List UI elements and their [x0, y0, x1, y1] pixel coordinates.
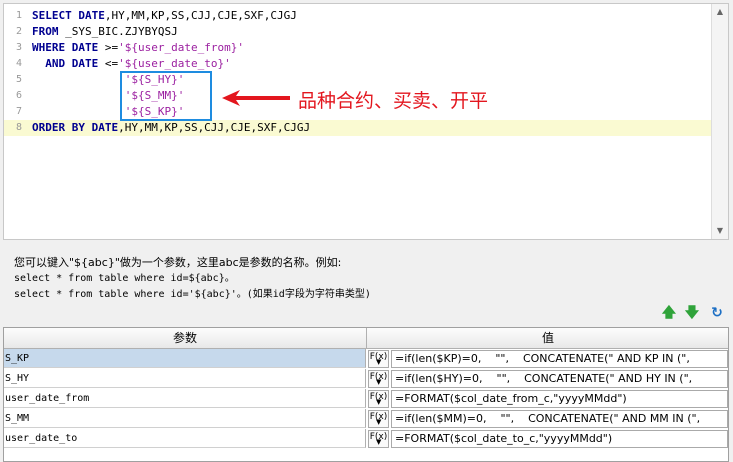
line-number: 1 — [15, 10, 22, 21]
line-number: 3 — [15, 42, 22, 53]
param-value-field[interactable]: =if(len($MM)=0, "", CONCATENATE(" AND MM… — [391, 410, 728, 428]
sql-string: '${user_date_from}' — [118, 41, 244, 54]
chevron-down-icon: ▼ — [376, 398, 382, 406]
code-line[interactable]: 1 SELECT DATE,HY,MM,KP,SS,CJJ,CJE,SXF,CJG… — [4, 8, 714, 24]
param-value-field[interactable]: =FORMAT($col_date_from_c,"yyyyMMdd") — [391, 390, 728, 408]
arrow-up-icon[interactable]: 🡅 — [661, 305, 677, 321]
sql-identifier: ,HY,MM,KP,SS,CJJ,CJE,SXF,CJGJ — [104, 9, 297, 22]
code-line[interactable]: 3 WHERE DATE >='${user_date_from}' — [4, 40, 714, 56]
sql-identifier: ,HY,MM,KP,SS,CJJ,CJE,SXF,CJGJ — [118, 121, 311, 134]
param-name-cell[interactable]: S_MM — [4, 409, 366, 428]
sql-identifier: <= — [98, 57, 119, 70]
arrow-left-icon — [222, 90, 290, 106]
code-line[interactable]: 2 FROM _SYS_BIC.ZJYBYQSJ — [4, 24, 714, 40]
sql-keyword: ORDER BY DATE — [32, 121, 119, 134]
line-number: 7 — [15, 106, 22, 117]
help-line-3: select * from table where id='${abc}'。(如… — [14, 289, 371, 300]
sql-string: '${user_date_to}' — [118, 57, 231, 70]
chevron-down-icon: ▼ — [376, 418, 382, 426]
code-text: SELECT DATE,HY,MM,KP,SS,CJJ,CJE,SXF,CJGJ — [32, 8, 297, 24]
formula-button[interactable]: F(x) ▼ — [368, 410, 389, 428]
column-header-value[interactable]: 值 — [367, 328, 728, 348]
chevron-down-icon: ▼ — [376, 378, 382, 386]
param-name-cell[interactable]: user_date_from — [4, 389, 366, 408]
sql-keyword: AND DATE — [32, 57, 99, 70]
sql-keyword: SELECT DATE — [32, 9, 105, 22]
param-name-cell[interactable]: S_KP — [4, 349, 366, 368]
line-number: 6 — [15, 90, 22, 101]
code-text: WHERE DATE >='${user_date_from}' — [32, 40, 244, 56]
code-text: FROM _SYS_BIC.ZJYBYQSJ — [32, 24, 178, 40]
table-row[interactable]: user_date_to F(x) ▼ =FORMAT($col_date_to_c,… — [4, 429, 728, 449]
editor-scrollbar[interactable]: ▲ ▼ — [711, 4, 728, 239]
help-text: 您可以键入"${abc}"做为一个参数，这里abc是参数的名称。例如: sele… — [14, 255, 371, 303]
param-name-cell[interactable]: user_date_to — [4, 429, 366, 448]
line-number: 5 — [15, 74, 22, 85]
help-line-2: select * from table where id=${abc}。 — [14, 273, 235, 284]
param-name-cell[interactable]: S_HY — [4, 369, 366, 388]
code-text: AND DATE <='${user_date_to}' — [32, 56, 231, 72]
table-row[interactable]: user_date_from F(x) ▼ =FORMAT($col_date_fro… — [4, 389, 728, 409]
refresh-icon[interactable]: ↻ — [709, 305, 725, 321]
grid-header: 参数 值 — [4, 328, 728, 349]
sql-identifier: _SYS_BIC.ZJYBYQSJ — [58, 25, 178, 38]
code-line[interactable]: 8 ORDER BY DATE,HY,MM,KP,SS,CJJ,CJE,SXF,C… — [4, 120, 714, 136]
formula-button[interactable]: F(x) ▼ — [368, 370, 389, 388]
formula-button[interactable]: F(x) ▼ — [368, 430, 389, 448]
sql-keyword: WHERE DATE — [32, 41, 99, 54]
line-number: 4 — [15, 58, 22, 69]
formula-button[interactable]: F(x) ▼ — [368, 390, 389, 408]
formula-button[interactable]: F(x) ▼ — [368, 350, 389, 368]
help-line-1: 您可以键入"${abc}"做为一个参数，这里abc是参数的名称。例如: — [14, 256, 342, 269]
chevron-down-icon: ▼ — [376, 438, 382, 446]
table-row[interactable]: S_KP F(x) ▼ =if(len($KP)=0, "", CONCATENATE… — [4, 349, 728, 369]
column-header-param[interactable]: 参数 — [4, 328, 367, 348]
annotation-text: 品种合约、买卖、开平 — [298, 90, 489, 112]
scroll-down-icon[interactable]: ▼ — [712, 223, 728, 239]
sql-editor[interactable]: 1 SELECT DATE,HY,MM,KP,SS,CJJ,CJE,SXF,CJG… — [3, 3, 729, 240]
sql-identifier: >= — [98, 41, 119, 54]
code-line[interactable]: 4 AND DATE <='${user_date_to}' — [4, 56, 714, 72]
parameter-grid: 参数 值 S_KP F(x) ▼ =if(len($KP)=0, "", CONCAT… — [3, 327, 729, 462]
table-row[interactable]: S_HY F(x) ▼ =if(len($HY)=0, "", CONCATENATE… — [4, 369, 728, 389]
scroll-up-icon[interactable]: ▲ — [712, 4, 728, 20]
param-value-field[interactable]: =FORMAT($col_date_to_c,"yyyyMMdd") — [391, 430, 728, 448]
sql-keyword: FROM — [32, 25, 59, 38]
parameter-highlight-box — [120, 71, 212, 121]
param-value-field[interactable]: =if(len($HY)=0, "", CONCATENATE(" AND HY… — [391, 370, 728, 388]
arrow-down-icon[interactable]: 🡇 — [684, 305, 700, 321]
line-number: 2 — [15, 26, 22, 37]
chevron-down-icon: ▼ — [376, 358, 382, 366]
param-value-field[interactable]: =if(len($KP)=0, "", CONCATENATE(" AND KP… — [391, 350, 728, 368]
line-number: 8 — [15, 122, 22, 133]
table-row[interactable]: S_MM F(x) ▼ =if(len($MM)=0, "", CONCATENATE… — [4, 409, 728, 429]
code-text: ORDER BY DATE,HY,MM,KP,SS,CJJ,CJE,SXF,CJ… — [32, 120, 310, 136]
